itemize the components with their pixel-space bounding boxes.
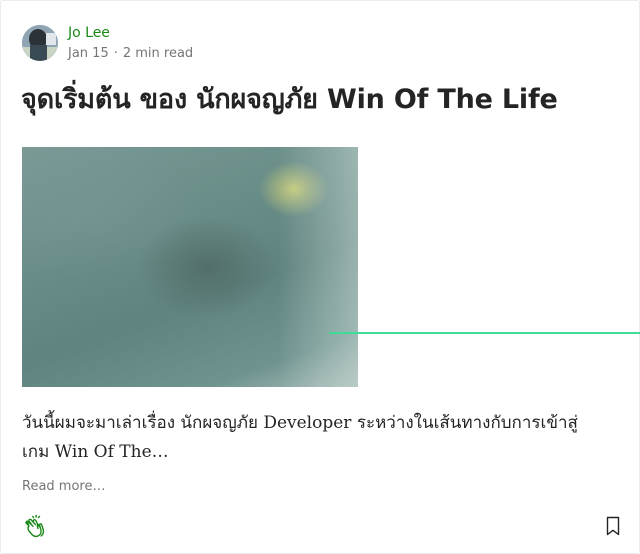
post-hero-image[interactable] xyxy=(22,147,358,387)
bookmark-icon xyxy=(606,516,620,536)
meta-separator: · xyxy=(113,46,118,61)
accent-progress-line xyxy=(329,332,640,334)
author-avatar[interactable] xyxy=(22,25,58,61)
post-title[interactable]: จุดเริ่มต้น ของ นักผจญภัย Win Of The Lif… xyxy=(21,81,558,119)
post-excerpt: วันนี้ผมจะมาเล่าเรื่อง นักผจญภัย Develop… xyxy=(22,413,578,462)
bookmark-button[interactable] xyxy=(604,515,622,537)
author-name-link[interactable]: Jo Lee xyxy=(68,25,110,41)
avatar-image xyxy=(22,25,58,61)
read-more-link[interactable]: Read more… xyxy=(22,479,105,495)
post-meta: Jan 15 · 2 min read xyxy=(68,46,193,62)
read-time: 2 min read xyxy=(122,46,194,61)
post-card: Jo Lee Jan 15 · 2 min read จุดเริ่มต้น ของ… xyxy=(0,0,640,554)
clap-icon xyxy=(25,514,45,538)
post-date: Jan 15 xyxy=(68,46,109,61)
hero-image-fade xyxy=(278,147,358,387)
clap-button[interactable] xyxy=(22,514,48,540)
